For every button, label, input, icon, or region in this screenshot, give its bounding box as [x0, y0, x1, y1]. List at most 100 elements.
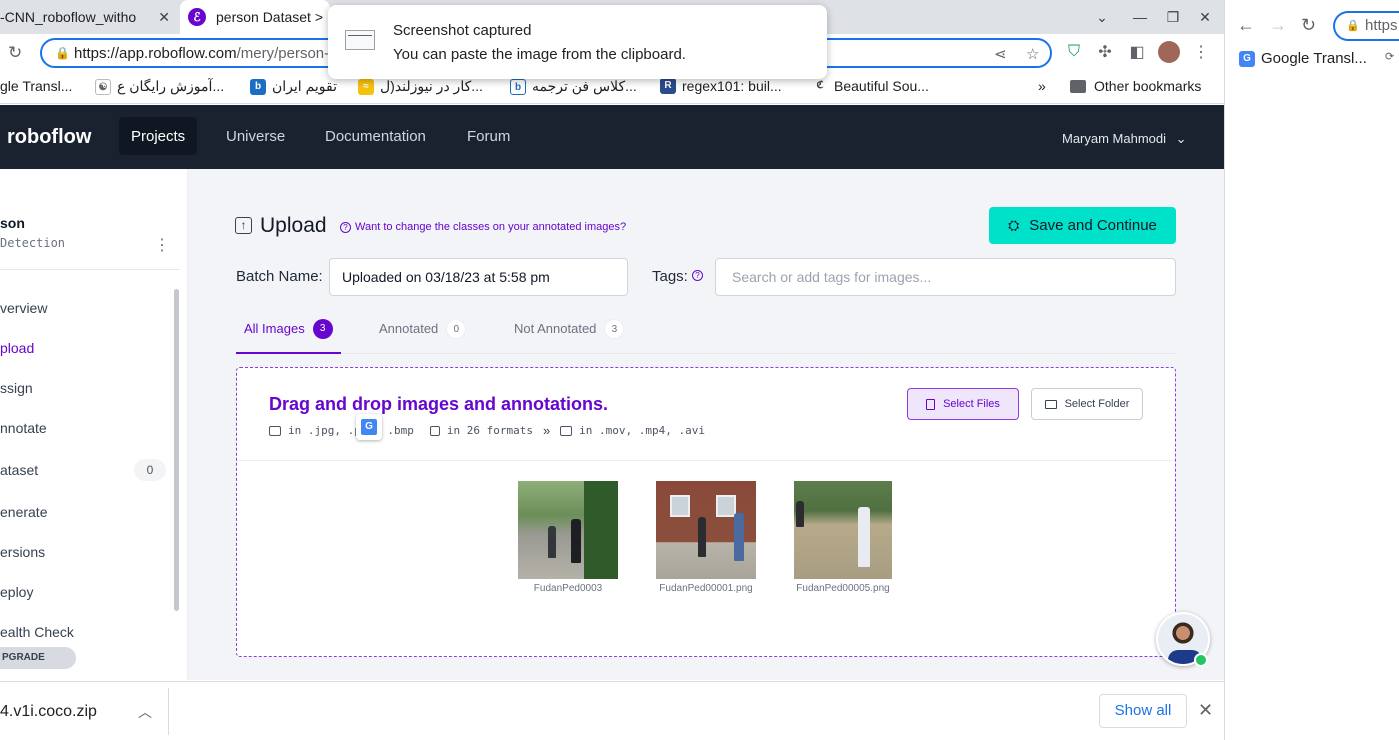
bookmark-item[interactable]: Rregex101: buil... — [660, 78, 782, 94]
bookmark-item[interactable]: ℭ Beautiful Sou... — [812, 78, 929, 94]
reload-icon[interactable]: ↻ — [1301, 15, 1316, 36]
supported-formats: in .jpg, .png, .bmp in 26 formats » in .… — [269, 423, 705, 438]
folder-icon — [1044, 399, 1057, 409]
nav-forum[interactable]: Forum — [455, 117, 522, 155]
bookmark-item[interactable]: G Google Transl... — [1239, 50, 1367, 67]
bounding-box-icon — [429, 425, 440, 436]
minimize-icon[interactable]: — — [1124, 0, 1156, 34]
tab-all-images[interactable]: All Images 3 — [236, 319, 341, 354]
google-translate-icon[interactable]: G — [356, 414, 382, 440]
close-icon[interactable]: ✕ — [1198, 700, 1213, 721]
upgrade-button[interactable]: PGRADE — [0, 647, 76, 669]
count-badge: 3 — [604, 319, 625, 339]
address-bar[interactable]: 🔒 https — [1333, 11, 1399, 41]
back-arrow-icon[interactable]: ← — [1237, 15, 1255, 36]
chevron-down-icon: ⌄ — [1175, 131, 1187, 146]
sidebar-item-generate[interactable]: enerate — [0, 504, 47, 520]
bookmark-item[interactable]: b تقویم ایران — [250, 78, 337, 95]
batch-name-label: Batch Name: — [236, 268, 323, 285]
share-icon[interactable]: ⋖ — [994, 45, 1007, 63]
thumbnail-photo — [518, 481, 618, 579]
extensions-puzzle-icon[interactable]: ✣ — [1094, 40, 1116, 64]
tab-search-chevron-icon[interactable]: ⌄ — [1086, 0, 1118, 34]
screenshot-notification[interactable]: Screenshot captured You can paste the im… — [328, 5, 827, 79]
image-thumbnail[interactable]: FudanPed00005.png — [794, 481, 892, 594]
image-thumbnail[interactable]: FudanPed0003 — [518, 481, 618, 594]
sidebar-item-annotate[interactable]: nnotate — [0, 420, 47, 436]
roboflow-logo[interactable]: roboflow — [7, 126, 91, 149]
reload-icon[interactable]: ↻ — [8, 43, 22, 63]
sidebar-scrollbar[interactable] — [174, 289, 179, 611]
upload-icon: ↑ — [235, 217, 252, 234]
bookmark-item[interactable]: gle Transl... — [0, 78, 72, 94]
bookmark-favicon-icon: ☯ — [95, 78, 111, 95]
page-title: Upload — [260, 214, 327, 237]
sidebar-item-health-check[interactable]: ealth Check — [0, 624, 74, 640]
video-icon — [560, 425, 573, 436]
tab-annotated[interactable]: Annotated 0 — [379, 319, 467, 353]
bookmark-favicon-icon: ℭ — [812, 78, 828, 94]
bookmark-favicon-icon: R — [660, 78, 676, 94]
notification-title: Screenshot captured — [393, 22, 532, 39]
project-name: son — [0, 215, 25, 231]
lock-icon: 🔒 — [1346, 20, 1360, 32]
count-badge: 3 — [312, 319, 333, 339]
tabs-divider — [236, 353, 1176, 354]
kebab-menu-icon[interactable]: ⋮ — [154, 235, 170, 255]
second-browser-window: ← → ↻ 🔒 https G Google Transl... ⟳ — [1224, 0, 1399, 740]
chevron-right-icon: » — [542, 423, 551, 438]
upload-dropzone[interactable]: Drag and drop images and annotations. in… — [236, 367, 1176, 657]
chevron-up-icon[interactable]: ︿ — [138, 702, 152, 722]
downloads-bar: 4.v1i.coco.zip ︿ Show all ✕ — [0, 681, 1224, 740]
profile-avatar[interactable] — [1158, 40, 1180, 64]
url-text: https://app.roboflow.com/mery/person-i — [74, 45, 333, 62]
vpn-extension-icon[interactable]: ⛉ — [1063, 40, 1085, 64]
bookmark-item[interactable]: ≈ کار در نیوزلند(ل... — [358, 78, 483, 95]
sidebar-item-deploy[interactable]: eploy — [0, 584, 33, 600]
select-folder-button[interactable]: Select Folder — [1031, 388, 1143, 420]
sidebar-item-assign[interactable]: ssign — [0, 380, 33, 396]
save-and-continue-button[interactable]: ⛭ Save and Continue — [989, 207, 1176, 244]
other-bookmarks-folder[interactable]: Other bookmarks — [1070, 78, 1201, 94]
sidebar-item-versions[interactable]: ersions — [0, 544, 45, 560]
lock-icon[interactable]: 🔒 — [55, 46, 70, 60]
divider — [168, 688, 169, 735]
upload-page: ↑ Upload ? Want to change the classes on … — [188, 169, 1224, 680]
browser-menu-icon[interactable]: ⋮ — [1190, 40, 1212, 64]
batch-name-input[interactable]: Uploaded on 03/18/23 at 5:58 pm — [329, 258, 628, 296]
bookmarks-overflow-button[interactable]: » — [1038, 78, 1046, 94]
nav-universe[interactable]: Universe — [214, 117, 297, 155]
close-window-icon[interactable]: ✕ — [1189, 0, 1221, 34]
bookmark-star-icon[interactable]: ☆ — [1026, 45, 1039, 63]
tags-input[interactable]: Search or add tags for images... — [715, 258, 1176, 296]
sidebar-item-dataset[interactable]: ataset — [0, 462, 38, 478]
tab-person-dataset[interactable]: ℰ person Dataset > — [180, 0, 330, 34]
dropzone-title: Drag and drop images and annotations. — [269, 394, 609, 414]
download-filename[interactable]: 4.v1i.coco.zip — [0, 703, 97, 721]
sidebar-item-overview[interactable]: verview — [0, 300, 47, 316]
tab-not-annotated[interactable]: Not Annotated 3 — [514, 319, 625, 353]
image-thumbnail[interactable]: FudanPed00001.png — [656, 481, 756, 594]
nav-projects[interactable]: Projects — [119, 117, 198, 155]
user-menu[interactable]: Maryam Mahmodi ⌄ — [1062, 131, 1187, 147]
divider — [237, 460, 1175, 461]
select-files-button[interactable]: Select Files — [907, 388, 1019, 420]
cloud-upload-icon: ⛭ — [1008, 217, 1020, 233]
forward-arrow-icon[interactable]: → — [1269, 15, 1287, 36]
nav-documentation[interactable]: Documentation — [313, 117, 438, 155]
app-navbar: roboflow Projects Universe Documentation… — [0, 105, 1224, 169]
help-icon[interactable]: ? — [692, 270, 703, 281]
tags-label: Tags: — [652, 268, 688, 285]
sidebar-item-upload[interactable]: pload — [0, 340, 34, 356]
bookmark-favicon-icon[interactable]: ⟳ — [1385, 50, 1399, 66]
file-icon — [926, 398, 936, 410]
side-panel-icon[interactable]: ◧ — [1126, 40, 1148, 64]
help-icon: ? — [340, 222, 351, 233]
bookmark-item[interactable]: ☯ آموزش رایگان ع... — [95, 78, 224, 95]
bookmark-item[interactable]: b کلاس فن ترجمه... — [510, 78, 637, 95]
close-icon[interactable]: ✕ — [158, 9, 170, 26]
show-all-downloads-button[interactable]: Show all — [1099, 694, 1187, 728]
restore-icon[interactable]: ❐ — [1157, 0, 1189, 34]
tab-colab[interactable]: -CNN_roboflow_witho ✕ — [0, 0, 180, 34]
change-classes-link[interactable]: ? Want to change the classes on your anno… — [340, 221, 626, 233]
